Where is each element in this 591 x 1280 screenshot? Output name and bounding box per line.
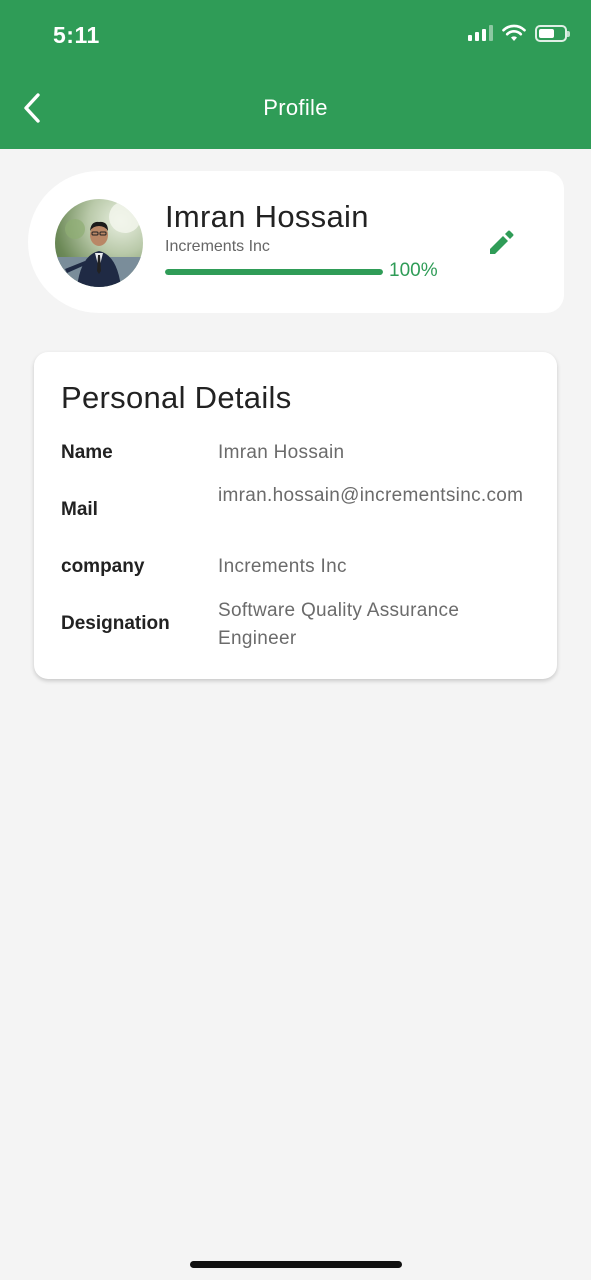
- cellular-signal-icon: [468, 25, 493, 41]
- home-indicator: [190, 1261, 402, 1268]
- personal-details-card: Personal Details Name Imran Hossain Mail…: [34, 352, 557, 679]
- profile-company: Increments Inc: [165, 238, 270, 255]
- profile-progress-bar: [165, 269, 383, 275]
- detail-label-mail: Mail: [61, 499, 98, 520]
- pencil-icon: [490, 230, 514, 254]
- detail-label-company: company: [61, 556, 145, 577]
- detail-value-company: Increments Inc: [218, 556, 347, 577]
- wifi-icon: [502, 24, 526, 41]
- page-title: Profile: [263, 95, 328, 120]
- detail-value-name: Imran Hossain: [218, 442, 345, 463]
- status-time: 5:11: [53, 22, 100, 48]
- avatar[interactable]: [55, 199, 143, 287]
- detail-label-designation: Designation: [61, 613, 170, 634]
- progress-fill: [165, 269, 383, 275]
- avatar-photo: [55, 201, 143, 287]
- detail-label-name: Name: [61, 442, 113, 463]
- detail-value-mail: imran.hossain@incrementsinc.com: [218, 485, 524, 506]
- section-title: Personal Details: [61, 380, 292, 415]
- detail-value-designation: Software Quality Assurance Engineer: [218, 600, 460, 649]
- battery-fill: [539, 28, 554, 38]
- progress-label: 100%: [389, 260, 438, 281]
- profile-name: Imran Hossain: [165, 199, 369, 234]
- battery-icon: [535, 24, 570, 42]
- app-header: 5:11 Profile: [0, 0, 591, 149]
- edit-profile-button[interactable]: [485, 227, 517, 259]
- status-icons: [468, 24, 570, 42]
- profile-summary-card: Imran Hossain Increments Inc 100%: [28, 171, 564, 313]
